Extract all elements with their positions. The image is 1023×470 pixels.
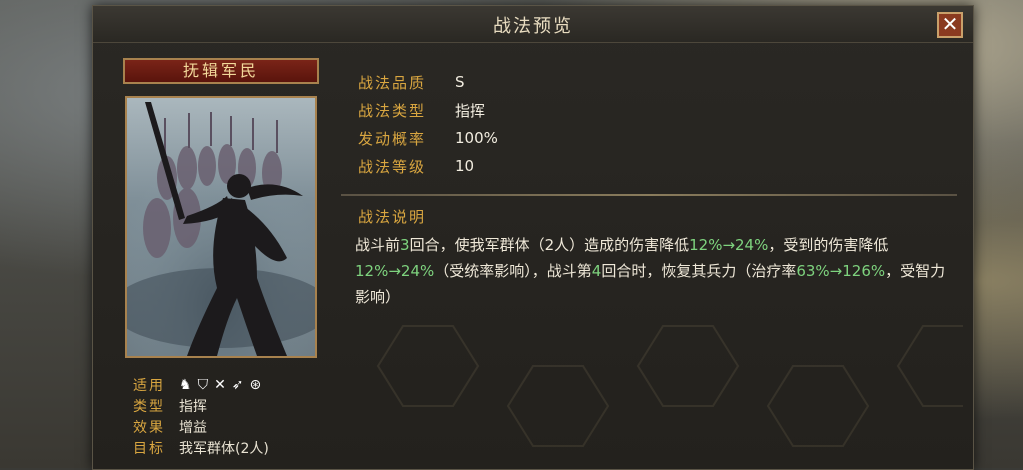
skill-meta: 适用 ♞ ⛉ ✕ ➶ ⊛ 类型 指挥 效果 增益 目标 我军群体(2人) — [133, 374, 269, 458]
description-highlight: 12%→24% — [689, 236, 769, 254]
stat-value: S — [455, 73, 465, 91]
stat-value: 10 — [455, 157, 475, 175]
description-text: ，受到的伤害降低 — [768, 236, 889, 254]
stat-label: 发动概率 — [358, 129, 427, 148]
stat-level: 战法等级 10 — [358, 152, 498, 180]
skill-artwork — [125, 96, 317, 358]
skill-description: 战斗前3回合，使我军群体（2人）造成的伤害降低12%→24%，受到的伤害降低12… — [355, 232, 955, 310]
effect-label: 效果 — [133, 419, 165, 436]
skill-stats: 战法品质 S 战法类型 指挥 发动概率 100% 战法等级 10 — [358, 68, 498, 180]
stat-trigger-rate: 发动概率 100% — [358, 124, 498, 152]
meta-applicable: 适用 ♞ ⛉ ✕ ➶ ⊛ — [133, 374, 269, 395]
stat-label: 战法等级 — [358, 157, 427, 176]
type-label: 类型 — [133, 398, 165, 415]
wheel-icon: ⊛ — [249, 376, 262, 393]
background-pattern — [376, 325, 963, 447]
description-highlight: 63%→126% — [796, 262, 886, 280]
description-title: 战法说明 — [358, 208, 427, 226]
description-text: 回合时，恢复其兵力（治疗率 — [601, 262, 797, 280]
crossed-bows-icon: ✕ — [214, 376, 226, 393]
description-highlight: 4 — [591, 262, 602, 280]
panel-title: 战法预览 — [493, 16, 573, 37]
target-value: 我军群体(2人) — [179, 440, 269, 457]
meta-type: 类型 指挥 — [133, 395, 269, 416]
troop-type-icons: ♞ ⛉ ✕ ➶ ⊛ — [179, 377, 261, 393]
description-text: 回合，使我军群体（2人）造成的伤害降低 — [409, 236, 690, 254]
close-icon: ✕ — [941, 12, 959, 36]
title-bar: 战法预览 ✕ — [93, 6, 973, 43]
description-highlight: 12%→24% — [355, 262, 435, 280]
spear-icon: ➶ — [231, 376, 244, 393]
stat-value: 100% — [455, 129, 498, 147]
applicable-label: 适用 — [133, 377, 165, 394]
stat-label: 战法类型 — [358, 101, 427, 120]
description-text: 战斗前 — [355, 236, 401, 254]
cavalry-icon: ♞ — [179, 376, 192, 393]
stat-label: 战法品质 — [358, 73, 427, 92]
shield-icon: ⛉ — [197, 376, 209, 393]
close-button[interactable]: ✕ — [937, 12, 963, 38]
divider — [341, 194, 957, 196]
description-text: （受统率影响），战斗第 — [434, 262, 592, 280]
stat-quality: 战法品质 S — [358, 68, 498, 96]
description-highlight: 3 — [400, 236, 410, 254]
stat-type: 战法类型 指挥 — [358, 96, 498, 124]
skill-preview-panel: 战法预览 ✕ 抚辑军民 适用 ♞ ⛉ ✕ ➶ ⊛ 类型 指挥 效果 增益 目标 … — [92, 5, 974, 470]
effect-value: 增益 — [179, 419, 207, 436]
skill-name: 抚辑军民 — [123, 58, 319, 84]
meta-effect: 效果 增益 — [133, 416, 269, 437]
stat-value: 指挥 — [455, 101, 486, 120]
type-value: 指挥 — [179, 398, 207, 415]
meta-target: 目标 我军群体(2人) — [133, 437, 269, 458]
target-label: 目标 — [133, 440, 165, 457]
